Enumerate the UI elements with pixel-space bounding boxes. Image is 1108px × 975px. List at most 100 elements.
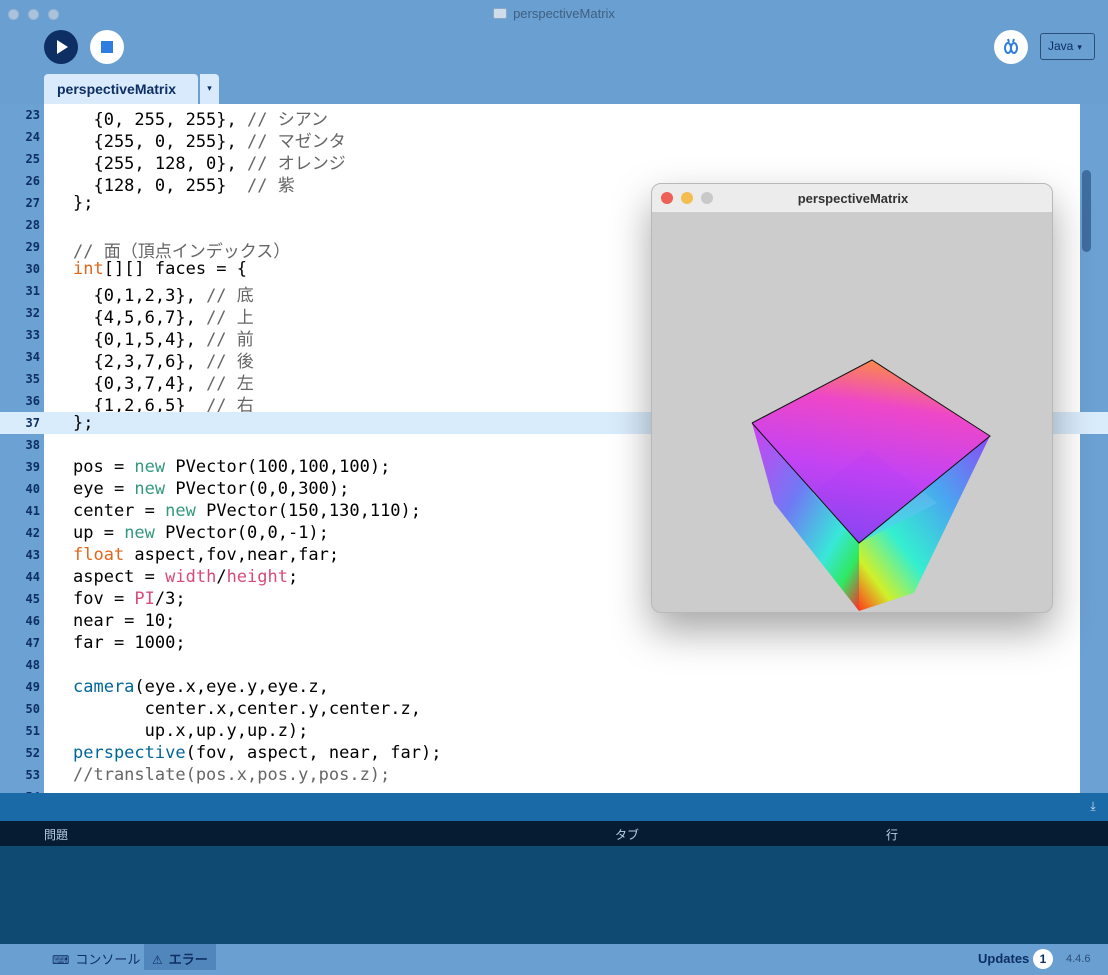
sketch-output-window[interactable]: perspectiveMatrix	[651, 183, 1053, 613]
line-number[interactable]: 44	[0, 570, 40, 584]
column-line[interactable]: 行	[886, 826, 898, 843]
line-number[interactable]: 23	[0, 108, 40, 122]
line-number[interactable]: 28	[0, 218, 40, 232]
code-text[interactable]: up.x,up.y,up.z);	[73, 721, 309, 741]
sketch-tab-row: perspectiveMatrix ▾	[0, 74, 1108, 104]
line-number[interactable]: 36	[0, 394, 40, 408]
code-text[interactable]: pos = new PVector(100,100,100);	[73, 457, 390, 477]
line-number[interactable]: 42	[0, 526, 40, 540]
code-text[interactable]: float aspect,fov,near,far;	[73, 545, 339, 565]
code-text[interactable]: far = 1000;	[73, 633, 186, 653]
code-text[interactable]: eye = new PVector(0,0,300);	[73, 479, 349, 499]
code-text[interactable]: };	[73, 413, 93, 433]
stop-button[interactable]	[90, 30, 124, 64]
code-text[interactable]: //translate(pos.x,pos.y,pos.z);	[73, 765, 390, 785]
sketch-title-bar: perspectiveMatrix	[652, 184, 1052, 213]
code-token: far = 1000;	[73, 633, 186, 653]
code-token: };	[73, 193, 94, 213]
code-token: width	[165, 567, 217, 587]
code-line[interactable]: 48	[0, 654, 1108, 676]
updates-label[interactable]: Updates	[978, 951, 1029, 966]
error-list[interactable]	[0, 846, 1108, 944]
code-text[interactable]: center.x,center.y,center.z,	[73, 699, 421, 719]
line-number[interactable]: 40	[0, 482, 40, 496]
debugger-button[interactable]	[994, 30, 1028, 64]
code-token: aspect,fov,near,far;	[124, 545, 340, 565]
debugger-icon	[1004, 38, 1018, 54]
code-line[interactable]: 24 {255, 0, 255}, // マゼンタ	[0, 126, 1108, 152]
sketch-canvas	[751, 359, 991, 611]
code-line[interactable]: 49 camera(eye.x,eye.y,eye.z,	[0, 676, 1108, 698]
code-line[interactable]: 54////面	[0, 786, 1108, 793]
line-number[interactable]: 24	[0, 130, 40, 144]
line-number[interactable]: 29	[0, 240, 40, 254]
line-number[interactable]: 45	[0, 592, 40, 606]
code-line[interactable]: 46 near = 10;	[0, 610, 1108, 632]
code-line[interactable]: 52 perspective(fov, aspect, near, far);	[0, 742, 1108, 764]
code-token: (eye.x,eye.y,eye.z,	[134, 677, 329, 697]
panel-divider[interactable]: ⤓	[0, 793, 1108, 821]
code-token: center.x,center.y,center.z,	[73, 699, 421, 719]
line-number[interactable]: 32	[0, 306, 40, 320]
line-number[interactable]: 52	[0, 746, 40, 760]
code-text[interactable]: camera(eye.x,eye.y,eye.z,	[73, 677, 329, 697]
code-token: ;	[287, 567, 299, 587]
code-token: PVector(0,0,300);	[165, 479, 350, 499]
tab-menu-button[interactable]: ▾	[199, 74, 219, 104]
line-number[interactable]: 26	[0, 174, 40, 188]
column-problem[interactable]: 問題	[44, 826, 68, 843]
line-number[interactable]: 35	[0, 372, 40, 386]
line-number[interactable]: 53	[0, 768, 40, 782]
chevron-down-icon: ▾	[1077, 42, 1082, 52]
line-number[interactable]: 41	[0, 504, 40, 518]
code-text[interactable]: center = new PVector(150,130,110);	[73, 501, 421, 521]
line-number[interactable]: 39	[0, 460, 40, 474]
code-token: PVector(100,100,100);	[165, 457, 391, 477]
code-token: };	[73, 413, 94, 433]
code-token: new	[134, 479, 166, 499]
code-token: up =	[73, 523, 125, 543]
line-number[interactable]: 48	[0, 658, 40, 672]
line-number[interactable]: 34	[0, 350, 40, 364]
line-number[interactable]: 37	[0, 416, 40, 430]
updates-count-badge[interactable]: 1	[1033, 949, 1053, 969]
code-token: [][] faces = {	[103, 259, 248, 279]
line-number[interactable]: 27	[0, 196, 40, 210]
code-line[interactable]: 51 up.x,up.y,up.z);	[0, 720, 1108, 742]
line-number[interactable]: 46	[0, 614, 40, 628]
line-number[interactable]: 33	[0, 328, 40, 342]
code-text[interactable]: };	[73, 193, 93, 213]
line-number[interactable]: 30	[0, 262, 40, 276]
tab-perspectiveMatrix[interactable]: perspectiveMatrix	[44, 74, 198, 104]
code-text[interactable]: perspective(fov, aspect, near, far);	[73, 743, 441, 763]
code-text[interactable]: near = 10;	[73, 611, 175, 631]
line-number[interactable]: 47	[0, 636, 40, 650]
code-text[interactable]: aspect = width/height;	[73, 567, 298, 587]
code-text[interactable]: up = new PVector(0,0,-1);	[73, 523, 329, 543]
code-text[interactable]: fov = PI/3;	[73, 589, 186, 609]
line-number[interactable]: 38	[0, 438, 40, 452]
error-table-header: 問題 タブ 行	[0, 821, 1108, 846]
line-number[interactable]: 31	[0, 284, 40, 298]
line-number[interactable]: 50	[0, 702, 40, 716]
code-text[interactable]: int[][] faces = {	[73, 259, 247, 279]
line-number[interactable]: 43	[0, 548, 40, 562]
mode-selector[interactable]: Java ▾	[1040, 33, 1095, 60]
code-token: (fov, aspect, near, far);	[185, 743, 442, 763]
code-token: height	[226, 567, 288, 587]
code-token: int	[73, 259, 104, 279]
collapse-panel-icon[interactable]: ⤓	[1086, 799, 1100, 813]
run-button[interactable]	[44, 30, 78, 64]
line-number[interactable]: 49	[0, 680, 40, 694]
code-line[interactable]: 50 center.x,center.y,center.z,	[0, 698, 1108, 720]
code-line[interactable]: 53 //translate(pos.x,pos.y,pos.z);	[0, 764, 1108, 786]
code-line[interactable]: 25 {255, 128, 0}, // オレンジ	[0, 148, 1108, 174]
line-number[interactable]: 51	[0, 724, 40, 738]
line-number[interactable]: 25	[0, 152, 40, 166]
tab-errors[interactable]: ⚠ エラー	[144, 944, 216, 970]
code-line[interactable]: 23 {0, 255, 255}, // シアン	[0, 104, 1108, 130]
column-tab[interactable]: タブ	[615, 826, 639, 843]
tab-console[interactable]: ⌨ コンソール	[44, 944, 148, 970]
code-line[interactable]: 47 far = 1000;	[0, 632, 1108, 654]
code-token: //translate(pos.x,pos.y,pos.z);	[73, 765, 391, 785]
